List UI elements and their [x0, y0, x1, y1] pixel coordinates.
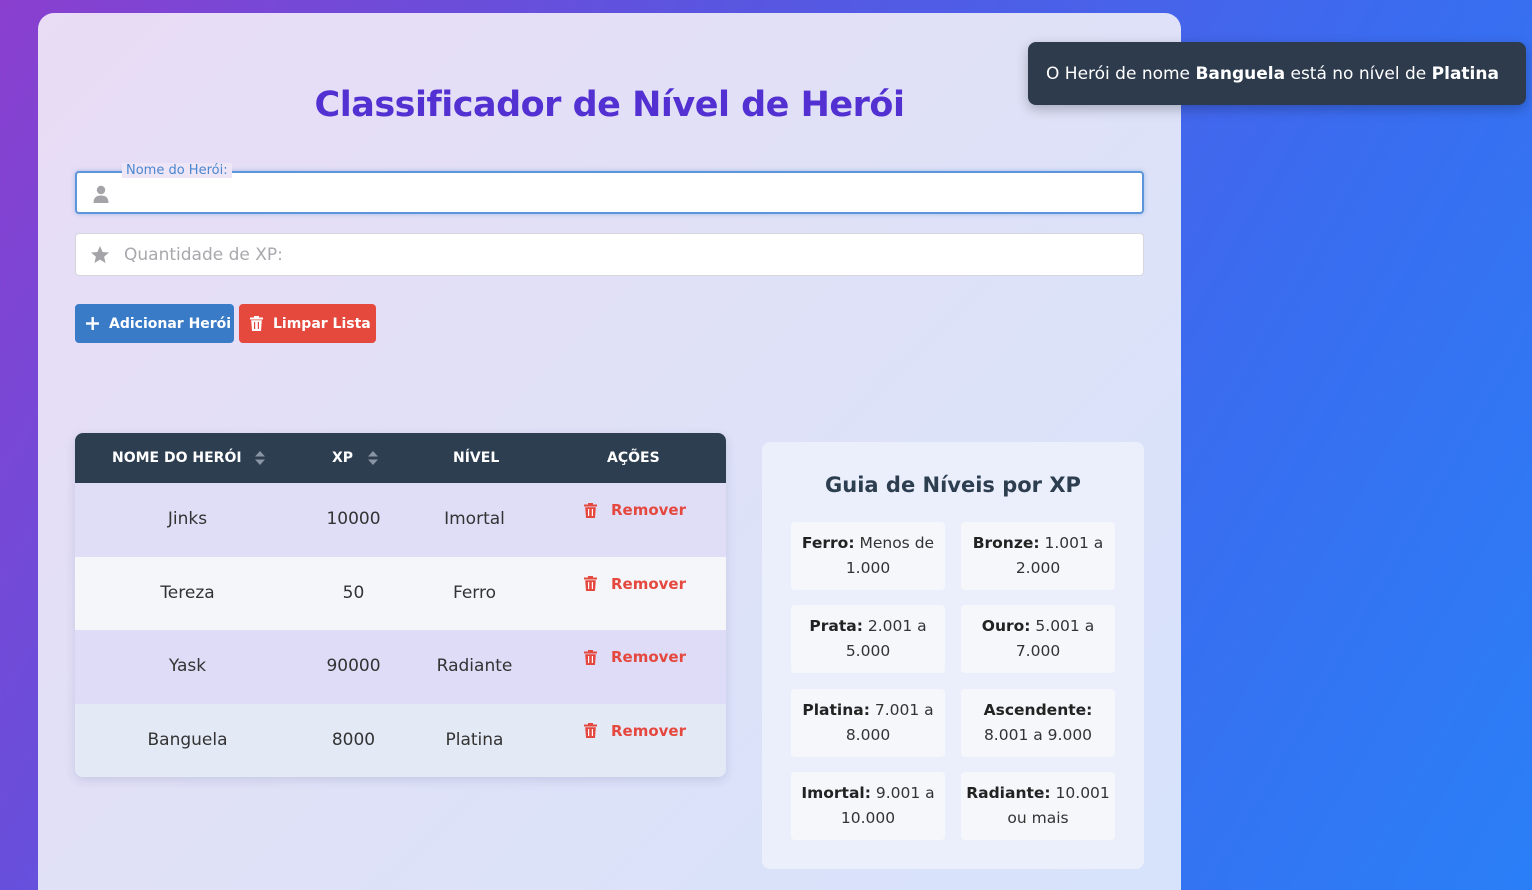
hero-name-label: Nome do Herói:	[122, 163, 232, 178]
plus-icon	[86, 317, 99, 330]
cell-xp: 10000	[326, 509, 381, 529]
toast-prefix: O Herói de nome	[1046, 63, 1191, 84]
cell-level: Imortal	[444, 509, 505, 529]
table-row: Tereza 50 Ferro Remover	[75, 556, 726, 630]
header-level: NÍVEL	[453, 450, 500, 466]
tier-ferro: Ferro: Menos de 1.000	[791, 522, 945, 590]
xp-placeholder: Quantidade de XP:	[124, 245, 283, 265]
heroes-table: NOME DO HERÓI XP NÍVEL AÇÕES Jinks 10000…	[75, 433, 726, 777]
tier-ouro: Ouro: 5.001 a 7.000	[961, 605, 1115, 673]
table-body: Jinks 10000 Imortal Remover Tereza 50 Fe…	[75, 483, 726, 777]
cell-name: Yask	[168, 656, 207, 676]
clear-list-button[interactable]: Limpar Lista	[239, 304, 376, 343]
cell-name: Banguela	[147, 729, 228, 750]
user-icon	[91, 184, 111, 204]
cell-level: Platina	[445, 729, 504, 750]
tier-ascendente: Ascendente: 8.001 a 9.000	[961, 689, 1115, 757]
remove-button[interactable]: Remover	[584, 722, 686, 740]
header-name[interactable]: NOME DO HERÓI	[112, 450, 265, 466]
cell-xp: 50	[342, 582, 365, 603]
cell-xp: 90000	[326, 656, 381, 676]
hero-name-input[interactable]: Nome do Herói:	[75, 163, 1144, 214]
main-card: Classificador de Nível de Herói Nome do …	[38, 13, 1181, 890]
add-hero-label: Adicionar Herói	[109, 315, 232, 332]
toast-hero: Banguela	[1195, 63, 1286, 84]
level-guide: Guia de Níveis por XP Ferro: Menos de 1.…	[762, 442, 1144, 869]
trash-icon	[584, 723, 597, 738]
add-hero-button[interactable]: Adicionar Herói	[75, 304, 234, 343]
remove-button[interactable]: Remover	[584, 575, 686, 593]
tier-prata: Prata: 2.001 a 5.000	[791, 605, 945, 673]
table-header: NOME DO HERÓI XP NÍVEL AÇÕES	[75, 433, 726, 483]
toast-notification: O Herói de nome Banguela está no nível d…	[1028, 42, 1526, 105]
header-actions: AÇÕES	[607, 450, 660, 466]
sort-icon	[254, 451, 265, 465]
trash-icon	[584, 502, 597, 518]
table-row: Jinks 10000 Imortal Remover	[75, 483, 726, 557]
page-title: Classificador de Nível de Herói	[314, 85, 905, 125]
trash-icon	[584, 649, 597, 665]
toast-middle: está no nível de	[1290, 63, 1427, 84]
sort-icon	[368, 451, 379, 465]
cell-name: Tereza	[160, 582, 215, 603]
star-icon	[90, 245, 110, 265]
trash-icon	[584, 576, 597, 591]
table-row: Banguela 8000 Platina Remover	[75, 703, 726, 777]
cell-name: Jinks	[167, 509, 208, 529]
toast-level: Platina	[1431, 63, 1499, 84]
tier-bronze: Bronze: 1.001 a 2.000	[961, 522, 1115, 590]
tier-imortal: Imortal: 9.001 a 10.000	[791, 772, 945, 840]
table-row: Yask 90000 Radiante Remover	[75, 630, 726, 704]
tier-platina: Platina: 7.001 a 8.000	[791, 689, 945, 757]
trash-icon	[250, 316, 263, 331]
cell-level: Ferro	[452, 582, 496, 603]
guide-title: Guia de Níveis por XP	[825, 473, 1081, 497]
cell-xp: 8000	[331, 729, 376, 750]
tier-radiante: Radiante: 10.001 ou mais	[961, 772, 1115, 840]
cell-level: Radiante	[436, 656, 513, 676]
clear-list-label: Limpar Lista	[273, 315, 371, 332]
remove-button[interactable]: Remover	[584, 501, 686, 519]
remove-button[interactable]: Remover	[584, 648, 686, 666]
header-xp[interactable]: XP	[332, 450, 379, 466]
xp-input[interactable]: Quantidade de XP:	[75, 233, 1144, 276]
